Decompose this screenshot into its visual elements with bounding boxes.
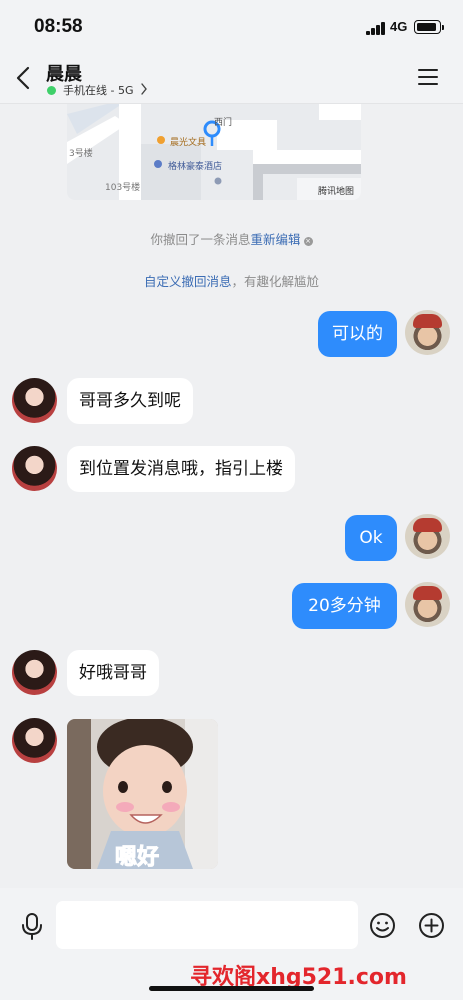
message-bubble-outgoing[interactable]: Ok — [345, 515, 397, 561]
sticker-image-message[interactable]: 嗯好 — [67, 719, 218, 869]
map-provider-label: 腾讯地图 — [318, 187, 355, 197]
online-status-text[interactable]: 手机在线 - 5G — [63, 82, 134, 98]
close-icon[interactable]: × — [303, 237, 313, 246]
map-label: 格林豪泰酒店 — [168, 162, 223, 172]
home-indicator[interactable] — [149, 986, 314, 991]
map-label: 西门 — [214, 118, 233, 128]
status-bar: 08:58 4G — [0, 0, 463, 56]
my-avatar[interactable] — [405, 514, 450, 559]
custom-recall-notice: 自定义撤回消息，有趣化解尴尬 — [0, 271, 463, 290]
my-avatar[interactable] — [405, 582, 450, 627]
message-input-bar: 寻欢阁xhg521.com — [0, 888, 463, 1000]
location-map-message[interactable]: 西门 晨光文具 格林豪泰酒店 3号楼 103号楼 腾讯地图 — [67, 104, 361, 200]
microphone-icon[interactable] — [20, 912, 44, 940]
my-avatar[interactable] — [405, 310, 450, 355]
status-time: 08:58 — [34, 16, 83, 37]
chevron-right-icon[interactable] — [140, 83, 148, 95]
message-bubble-outgoing[interactable]: 20多分钟 — [292, 583, 397, 629]
cellular-signal-icon — [366, 22, 386, 35]
chat-header: 晨晨 手机在线 - 5G — [0, 56, 463, 104]
plus-icon[interactable] — [418, 912, 445, 939]
contact-avatar[interactable] — [12, 650, 57, 695]
custom-recall-suffix: ，有趣化解尴尬 — [231, 274, 320, 289]
custom-recall-link[interactable]: 自定义撤回消息 — [144, 274, 232, 289]
message-bubble-incoming[interactable]: 好哦哥哥 — [67, 650, 159, 696]
recall-notice: 你撤回了一条消息重新编辑 × — [0, 229, 463, 248]
map-label: 3号楼 — [69, 149, 93, 159]
contact-avatar[interactable] — [12, 378, 57, 423]
message-bubble-incoming[interactable]: 到位置发消息哦，指引上楼 — [67, 446, 295, 492]
online-status-dot — [47, 86, 56, 95]
contact-avatar[interactable] — [12, 718, 57, 763]
re-edit-link[interactable]: 重新编辑 — [251, 232, 301, 247]
contact-avatar[interactable] — [12, 446, 57, 491]
message-bubble-outgoing[interactable]: 可以的 — [318, 311, 397, 357]
back-chevron-icon[interactable] — [14, 66, 34, 90]
message-input[interactable] — [56, 901, 358, 949]
hamburger-menu-icon[interactable] — [418, 69, 438, 86]
battery-icon — [414, 20, 444, 34]
map-label: 103号楼 — [105, 183, 141, 193]
map-label: 晨光文具 — [170, 138, 207, 148]
message-bubble-incoming[interactable]: 哥哥多久到呢 — [67, 378, 193, 424]
sticker-caption: 嗯好 — [114, 845, 160, 870]
emoji-icon[interactable] — [369, 912, 396, 939]
recall-notice-text: 你撤回了一条消息 — [150, 232, 251, 247]
network-type: 4G — [390, 19, 408, 34]
